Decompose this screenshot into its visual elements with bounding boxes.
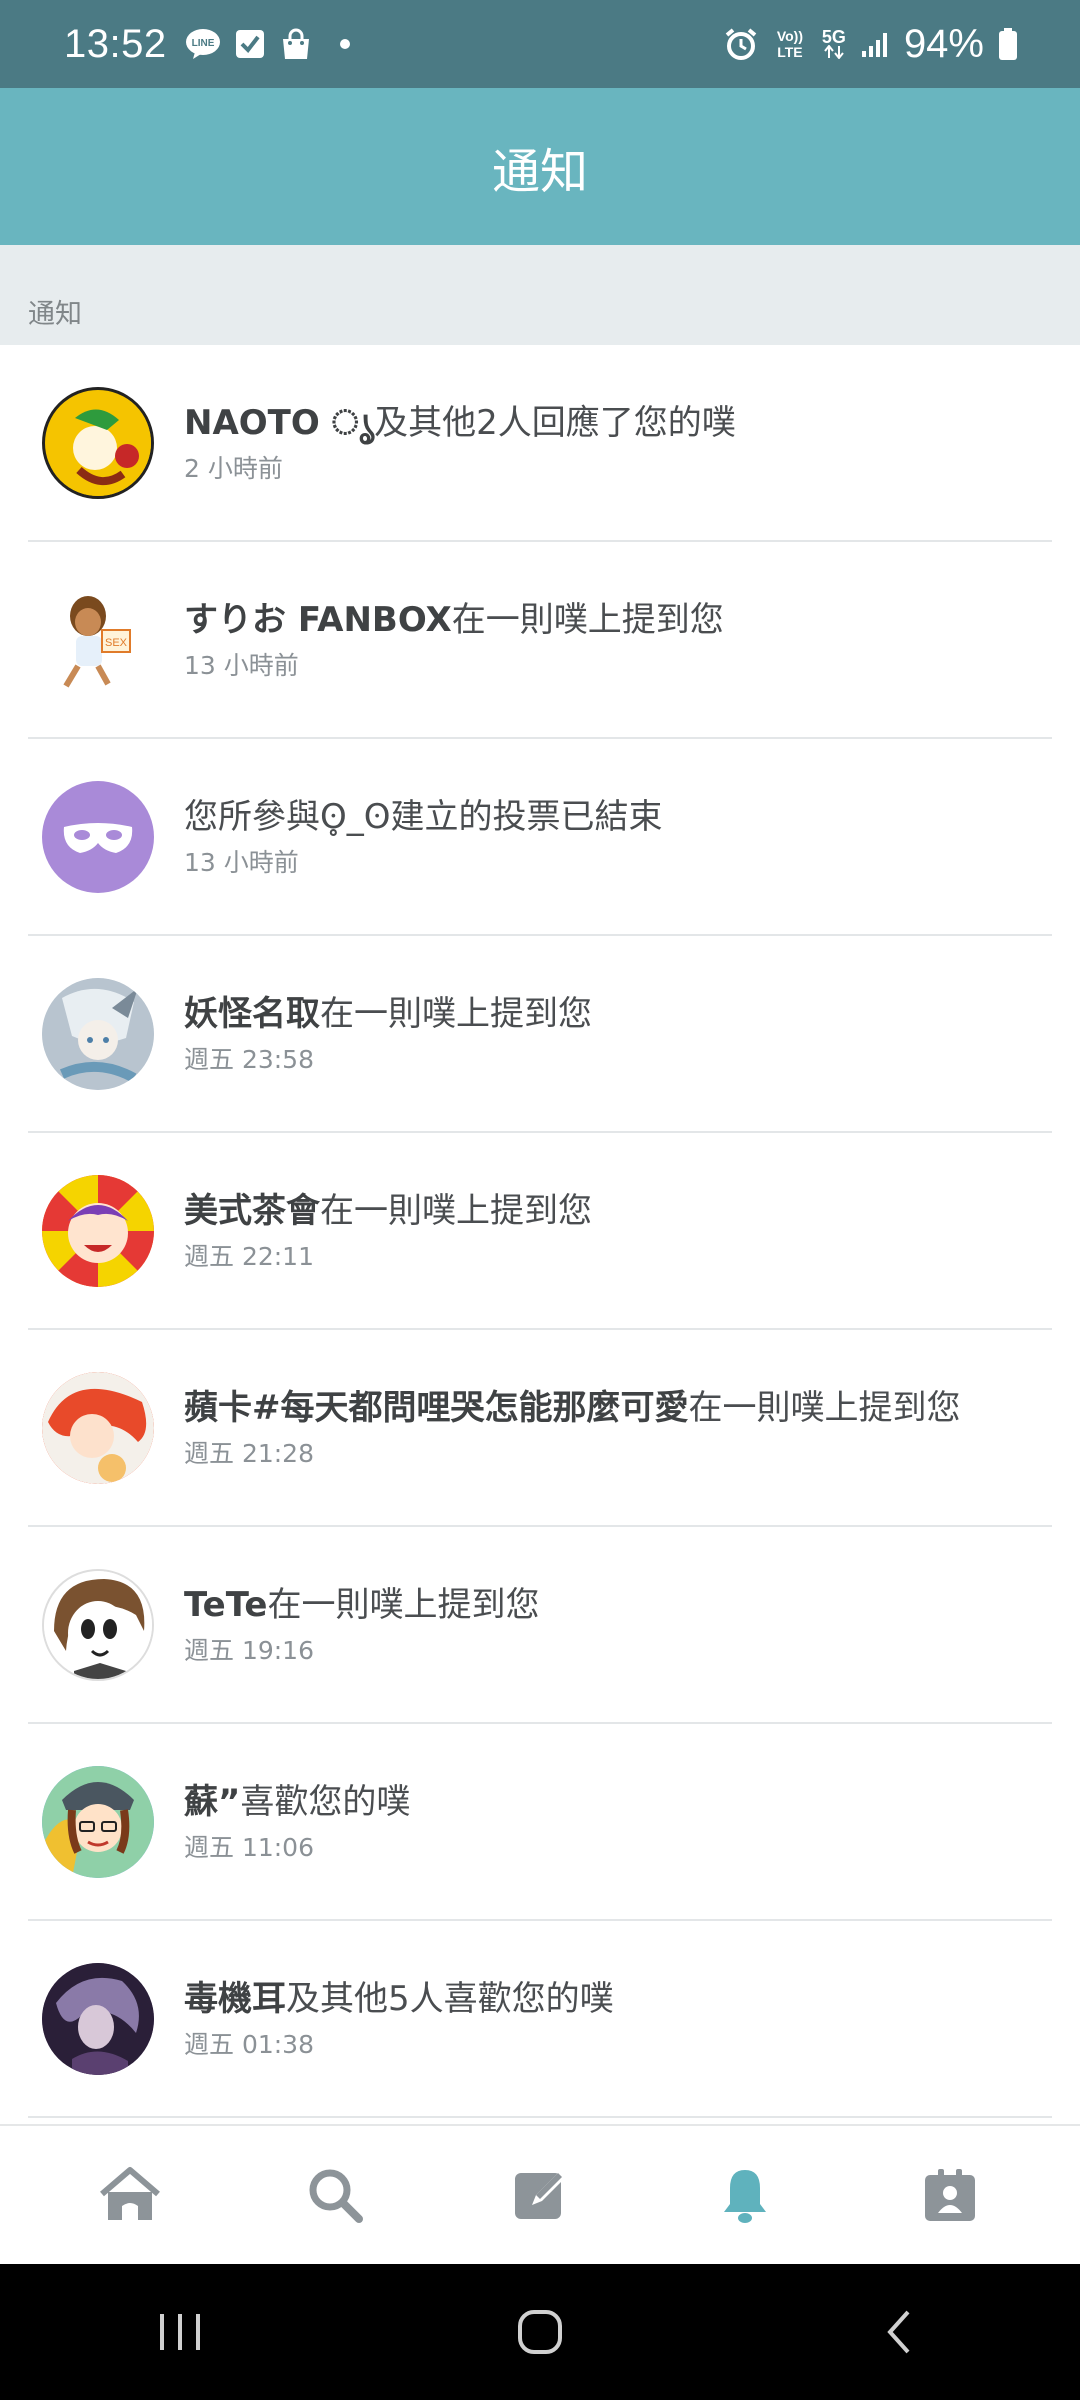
home-button[interactable] [480, 2282, 600, 2382]
user-name[interactable]: すりお FANBOX [184, 600, 452, 640]
back-button[interactable] [840, 2282, 960, 2382]
avatar[interactable] [42, 1765, 154, 1878]
compose-icon [514, 2173, 564, 2219]
avatar[interactable] [42, 1371, 154, 1484]
search-icon [309, 2169, 364, 2223]
notification-time: 週五 21:28 [184, 1438, 314, 1468]
bell-icon [723, 2170, 766, 2223]
notification-title: 您所參與ʘ̥_ʘ建立的投票已結束 [184, 795, 663, 839]
poll-avatar [42, 780, 154, 893]
section-header: 通知 [0, 245, 1080, 345]
mask-icon [63, 822, 133, 853]
section-label: 通知 [28, 298, 82, 330]
check-icon [235, 28, 265, 60]
nav-notifications[interactable] [685, 2145, 805, 2245]
profile-icon [924, 2169, 975, 2221]
battery-icon [998, 27, 1018, 61]
user-name[interactable]: 毒機耳 [184, 1979, 286, 2019]
user-name[interactable]: 妖怪名取 [184, 994, 320, 1034]
notification-action: 您所參與ʘ̥_ʘ建立的投票已結束 [184, 796, 663, 837]
notification-item[interactable]: 您所參與ʘ̥_ʘ建立的投票已結束 13 小時前 [28, 739, 1052, 936]
recent-apps-button[interactable] [120, 2282, 240, 2382]
system-nav-bar [0, 2264, 1080, 2400]
notification-action: 喜歡您的噗 [240, 1781, 411, 1822]
avatar[interactable]: SEX [42, 583, 154, 696]
bag-icon [279, 27, 313, 61]
network-label: 5G [821, 26, 846, 47]
nav-profile[interactable] [890, 2145, 1010, 2245]
home-icon [100, 2167, 161, 2220]
alarm-icon [724, 27, 758, 61]
notification-title: 妖怪名取在一則噗上提到您 [184, 992, 592, 1036]
notification-time: 週五 22:11 [184, 1241, 314, 1271]
notification-time: 週五 11:06 [184, 1832, 314, 1862]
notification-title: すりお FANBOX在一則噗上提到您 [184, 598, 724, 642]
avatar[interactable] [42, 386, 154, 499]
signal-icon [860, 29, 890, 59]
dot-icon [339, 38, 351, 50]
notification-item[interactable]: 蘋卡#每天都問哩哭怎能那麼可愛在一則噗上提到您 週五 21:28 [28, 1330, 1052, 1527]
notification-action: 在一則噗上提到您 [320, 1190, 592, 1231]
notification-item[interactable]: 美式茶會在一則噗上提到您 週五 22:11 [28, 1133, 1052, 1330]
user-name[interactable]: 美式茶會 [184, 1191, 320, 1231]
5g-icon: 5G [821, 26, 846, 59]
notification-time: 13 小時前 [184, 847, 299, 877]
volte-label: Vo)) LTE [776, 28, 804, 60]
notification-item[interactable]: 蘇”喜歡您的噗 週五 11:06 [28, 1724, 1052, 1921]
notification-item[interactable]: TeTe在一則噗上提到您 週五 19:16 [28, 1527, 1052, 1724]
user-name[interactable]: 蘋卡#每天都問哩哭怎能那麼可愛 [184, 1388, 689, 1428]
notification-item[interactable]: NAOTO ൃ及其他2人回應了您的噗 2 小時前 [28, 345, 1052, 542]
volte-icon: Vo)) LTE [772, 28, 808, 60]
notification-action: 在一則噗上提到您 [320, 993, 592, 1034]
notification-title: 蘋卡#每天都問哩哭怎能那麼可愛在一則噗上提到您 [184, 1386, 961, 1430]
avatar[interactable] [42, 1174, 154, 1287]
user-name[interactable]: TeTe [184, 1585, 267, 1625]
notification-time: 週五 01:38 [184, 2029, 314, 2059]
notification-item[interactable]: 妖怪名取在一則噗上提到您 週五 23:58 [28, 936, 1052, 1133]
recent-apps-icon [160, 2314, 200, 2350]
notification-title: NAOTO ൃ及其他2人回應了您的噗 [184, 401, 736, 445]
svg-text:LINE: LINE [191, 38, 214, 49]
page-title: 通知 [491, 143, 588, 200]
notification-action: 在一則噗上提到您 [267, 1584, 540, 1625]
notification-action: 在一則噗上提到您 [688, 1387, 961, 1428]
notification-title: 毒機耳及其他5人喜歡您的噗 [184, 1977, 614, 2021]
user-name[interactable]: 蘇” [184, 1782, 240, 1822]
avatar[interactable] [42, 1962, 154, 2075]
nav-compose[interactable] [480, 2145, 600, 2245]
app-header: 通知 [0, 88, 1080, 245]
notification-time: 週五 19:16 [184, 1635, 314, 1665]
notification-action: 及其他2人回應了您的噗 [374, 402, 736, 443]
svg-text:SEX: SEX [105, 637, 128, 649]
avatar[interactable] [42, 1568, 154, 1681]
notification-time: 13 小時前 [184, 650, 299, 680]
notification-title: 蘇”喜歡您的噗 [184, 1780, 410, 1824]
home-circle-icon [518, 2310, 562, 2354]
battery-percent: 94% [903, 21, 984, 66]
bottom-nav [0, 2124, 1080, 2264]
notification-action: 在一則噗上提到您 [451, 599, 724, 640]
nav-search[interactable] [275, 2145, 395, 2245]
line-icon: LINE [185, 28, 221, 60]
avatar[interactable] [42, 977, 154, 1090]
notification-item[interactable]: 毒機耳及其他5人喜歡您的噗 週五 01:38 [28, 1921, 1052, 2118]
notification-list: NAOTO ൃ及其他2人回應了您的噗 2 小時前 SEX すりお FANBOX在… [0, 345, 1080, 2118]
status-bar: 13:52 LINE Vo)) LTE 5G 94% [0, 0, 1080, 88]
user-name[interactable]: NAOTO ൃ [184, 403, 374, 443]
notification-time: 週五 23:58 [184, 1044, 314, 1074]
notification-title: 美式茶會在一則噗上提到您 [184, 1189, 592, 1233]
notification-time: 2 小時前 [184, 453, 283, 483]
back-icon [887, 2310, 910, 2354]
notification-item[interactable]: SEX すりお FANBOX在一則噗上提到您 13 小時前 [28, 542, 1052, 739]
status-time: 13:52 [64, 21, 167, 66]
nav-home[interactable] [70, 2145, 190, 2245]
notification-title: TeTe在一則噗上提到您 [184, 1583, 539, 1627]
notification-action: 及其他5人喜歡您的噗 [286, 1978, 614, 2019]
